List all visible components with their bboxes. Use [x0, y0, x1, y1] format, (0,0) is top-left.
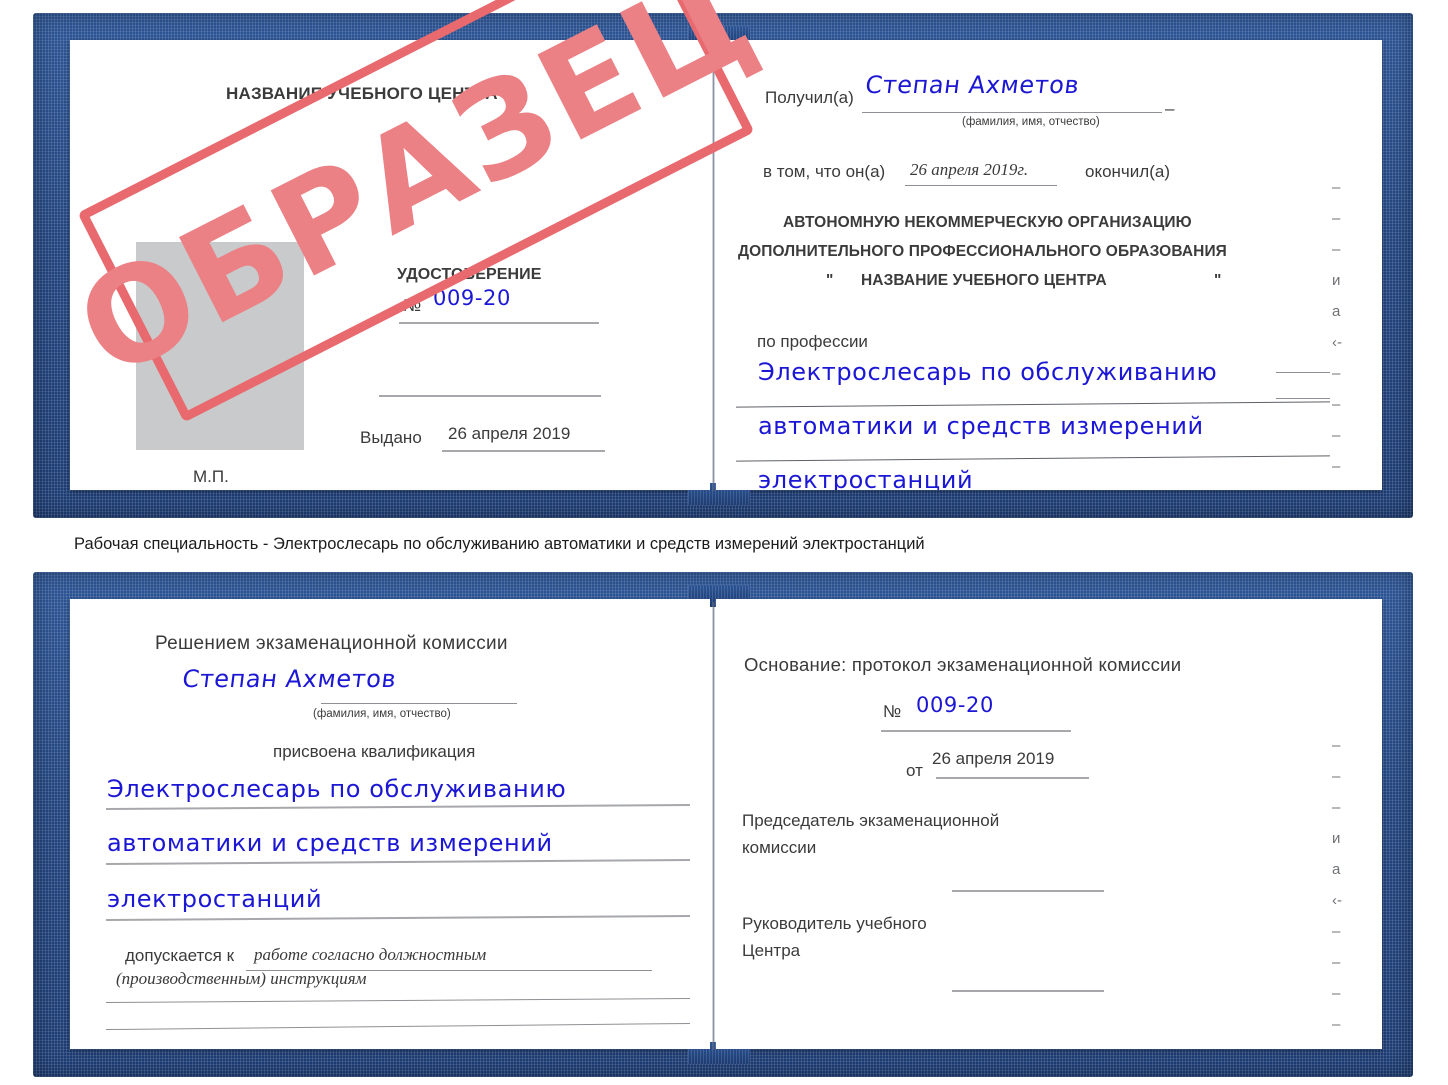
back-edge-bleed-4: а [1332, 861, 1341, 878]
front-edge-bleed-column: – – – и а ‹- – – – – [1332, 180, 1342, 490]
photo-placeholder [136, 242, 304, 450]
qualification-rule-1 [106, 803, 690, 811]
profession-rule-2 [736, 455, 1330, 462]
back-left-page: Решением экзаменационной комиссии Степан… [70, 599, 710, 1049]
binding-crease [712, 43, 715, 491]
seal-label: М.П. [193, 467, 229, 486]
admitted-label: допускается к [125, 946, 235, 965]
chairman-signature-rule [952, 890, 1104, 892]
received-edge-dash: – [1165, 99, 1175, 118]
head-line-2: Центра [742, 941, 801, 960]
qualification-rule-2 [106, 858, 690, 866]
edge-bleed-1: – [1332, 210, 1341, 227]
back-name-rule [321, 703, 517, 704]
back-date-value: 26 апреля 2019 [932, 749, 1055, 768]
binding-crease-back [712, 602, 715, 1050]
edge-bleed-9: – [1332, 458, 1341, 475]
back-edge-bleed-5: ‹- [1332, 892, 1342, 909]
received-label: Получил(а) [765, 88, 854, 107]
in-that-value: 26 апреля 2019г. [910, 160, 1029, 179]
edge-bleed-7: – [1332, 396, 1341, 413]
received-value: Степан Ахметов [863, 71, 1082, 99]
organization-quote-open: " [826, 272, 834, 289]
admitted-value-2: (производственным) инструкциям [116, 969, 367, 988]
organization-quote-close: " [1214, 272, 1222, 289]
back-edge-bleed-6: – [1332, 923, 1341, 940]
back-edge-bleed-column: – – – и а ‹- – – – – [1332, 738, 1342, 1048]
basis-label: Основание: протокол экзаменационной коми… [744, 654, 1182, 675]
back-number-value: 009-20 [916, 693, 994, 717]
edge-bleed-8: – [1332, 427, 1341, 444]
back-right-page: Основание: протокол экзаменационной коми… [716, 599, 1382, 1049]
admitted-rule-2 [106, 997, 690, 1004]
profession-label: по профессии [757, 332, 868, 351]
back-edge-bleed-2: – [1332, 799, 1341, 816]
profession-rule-1 [736, 401, 1330, 408]
back-edge-bleed-7: – [1332, 954, 1341, 971]
head-line-1: Руководитель учебного [742, 914, 927, 933]
chairman-line-1: Председатель экзаменационной [742, 811, 1000, 830]
front-right-page: Получил(а) Степан Ахметов (фамилия, имя,… [716, 40, 1382, 490]
organization-line-1: АВТОНОМНУЮ НЕКОММЕРЧЕСКУЮ ОРГАНИЗАЦИЮ [783, 214, 1192, 231]
profession-line-2: автоматики и средств измерений [758, 412, 1204, 440]
in-that-label: в том, что он(а) [763, 162, 886, 181]
admitted-rule-3 [106, 1022, 690, 1031]
certificate-front: НАЗВАНИЕ УЧЕБНОГО ЦЕНТРА УДОСТОВЕРЕНИЕ №… [33, 13, 1413, 518]
profession-line-1: Электрослесарь по обслуживанию [758, 358, 1218, 386]
training-center-title: НАЗВАНИЕ УЧЕБНОГО ЦЕНТРА [226, 84, 498, 103]
back-date-label: от [906, 761, 923, 780]
back-name-value: Степан Ахметов [180, 665, 399, 693]
back-date-rule [936, 777, 1089, 779]
image-caption: Рабочая специальность - Электрослесарь п… [74, 535, 925, 553]
document-type-label: УДОСТОВЕРЕНИЕ [397, 266, 542, 283]
qualification-line-3: электростанций [107, 885, 323, 913]
front-edge-rule-1 [1276, 372, 1330, 373]
qualification-rule-3 [106, 914, 690, 922]
edge-bleed-3: и [1332, 272, 1341, 289]
edge-bleed-6: – [1332, 365, 1341, 382]
chairman-line-2: комиссии [742, 838, 817, 857]
back-edge-bleed-1: – [1332, 768, 1341, 785]
front-edge-rule-2 [1276, 398, 1330, 399]
edge-bleed-4: а [1332, 303, 1341, 320]
edge-bleed-0: – [1332, 179, 1341, 196]
back-edge-bleed-3: и [1332, 830, 1341, 847]
qualification-line-1: Электрослесарь по обслуживанию [107, 775, 567, 803]
blank-rule-1 [379, 395, 601, 397]
commission-decision-heading: Решением экзаменационной комиссии [155, 633, 508, 654]
back-name-hint: (фамилия, имя, отчество) [313, 708, 451, 720]
admitted-value-1: работе согласно должностным [254, 945, 487, 964]
profession-line-3: электростанций [758, 466, 974, 490]
head-signature-rule [952, 990, 1104, 992]
back-number-rule [881, 730, 1071, 732]
edge-bleed-2: – [1332, 241, 1341, 258]
number-label: № [403, 296, 422, 315]
certificate-back: Решением экзаменационной комиссии Степан… [33, 572, 1413, 1077]
back-edge-bleed-8: – [1332, 985, 1341, 1002]
front-left-page: НАЗВАНИЕ УЧЕБНОГО ЦЕНТРА УДОСТОВЕРЕНИЕ №… [70, 40, 710, 490]
qualification-line-2: автоматики и средств измерений [107, 829, 553, 857]
issued-rule [442, 450, 605, 452]
organization-line-2: ДОПОЛНИТЕЛЬНОГО ПРОФЕССИОНАЛЬНОГО ОБРАЗО… [738, 243, 1227, 260]
received-hint: (фамилия, имя, отчество) [962, 116, 1100, 128]
qualification-label: присвоена квалификация [273, 742, 476, 761]
graduated-label: окончил(а) [1085, 162, 1170, 181]
back-edge-bleed-9: – [1332, 1016, 1341, 1033]
received-rule [862, 112, 1162, 113]
issued-value: 26 апреля 2019 [448, 424, 571, 443]
organization-line-3: НАЗВАНИЕ УЧЕБНОГО ЦЕНТРА [861, 272, 1107, 289]
back-edge-bleed-0: – [1332, 737, 1341, 754]
issued-label: Выдано [360, 428, 422, 447]
edge-bleed-5: ‹- [1332, 334, 1342, 351]
back-number-label: № [883, 702, 902, 721]
number-value: 009-20 [433, 286, 511, 310]
in-that-rule [905, 185, 1057, 186]
number-rule [399, 322, 599, 324]
